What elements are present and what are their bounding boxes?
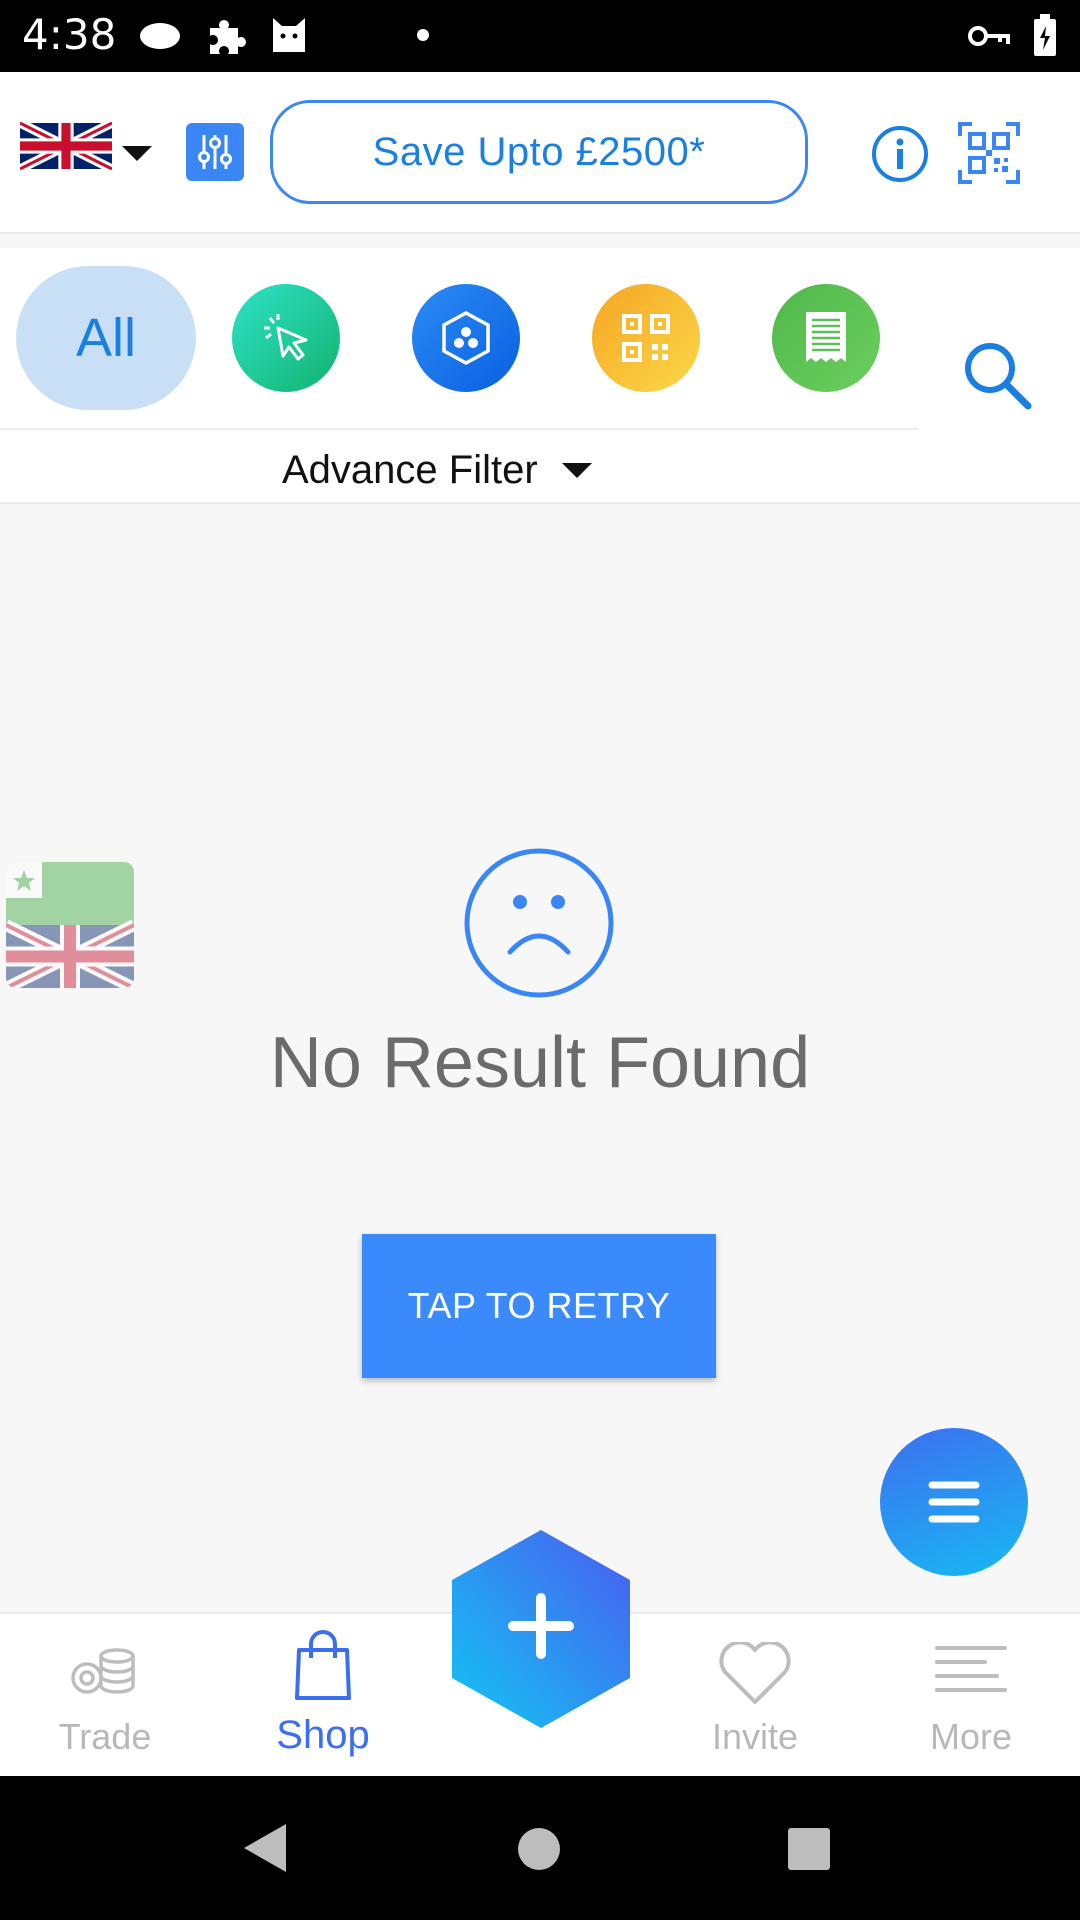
tap-to-retry-button[interactable]: TAP TO RETRY <box>362 1234 716 1378</box>
category-all-chip[interactable]: All <box>16 266 196 410</box>
menu-icon <box>928 1481 980 1523</box>
status-time: 4:38 <box>22 10 117 59</box>
uk-flag-icon[interactable] <box>20 122 112 170</box>
recents-icon[interactable] <box>786 1826 832 1872</box>
nav-trade-label: Trade <box>58 1716 152 1757</box>
esperanto-uk-flag-icon <box>6 862 134 988</box>
cursor-click-icon <box>264 314 308 361</box>
search-icon[interactable] <box>960 338 1036 414</box>
battery-charging-icon <box>1034 14 1056 56</box>
floating-menu-button[interactable] <box>880 1428 1028 1576</box>
home-icon[interactable] <box>516 1826 562 1872</box>
nav-invite[interactable]: Invite <box>660 1614 850 1778</box>
nav-more-label: More <box>929 1716 1013 1757</box>
no-result-message: No Result Found <box>269 1023 811 1103</box>
nav-more[interactable]: More <box>876 1614 1066 1778</box>
category-filter-bar: All Advance Filter <box>0 248 1080 504</box>
nav-trade[interactable]: Trade <box>10 1614 200 1778</box>
receipt-icon <box>806 312 846 362</box>
cat-icon <box>273 18 305 52</box>
add-hexagon-button[interactable] <box>448 1526 634 1732</box>
qr-scan-icon[interactable] <box>958 122 1020 184</box>
coins-icon <box>71 1648 135 1694</box>
status-bar: 4:38 <box>0 0 1080 72</box>
system-navigation-bar <box>0 1776 1080 1920</box>
qr-code-icon <box>622 314 670 362</box>
category-qr-button[interactable] <box>592 284 700 392</box>
save-upto-button[interactable]: Save Upto £2500* <box>270 100 808 204</box>
heart-icon <box>719 1642 791 1704</box>
info-icon[interactable] <box>870 124 930 184</box>
key-icon <box>968 26 1010 46</box>
settings-sliders-button[interactable] <box>186 123 244 181</box>
filter-divider <box>0 428 918 430</box>
shopping-bag-icon <box>295 1630 351 1700</box>
advance-filter-label: Advance Filter <box>282 447 538 492</box>
dropdown-caret-icon <box>561 462 592 478</box>
nav-invite-label: Invite <box>711 1716 799 1757</box>
nav-shop[interactable]: Shop <box>228 1614 418 1778</box>
lines-icon <box>935 1646 1007 1692</box>
category-receipt-button[interactable] <box>772 284 880 392</box>
language-dropdown-caret-icon[interactable] <box>122 146 152 161</box>
category-all-label: All <box>75 308 136 368</box>
notification-dot-icon <box>417 29 429 41</box>
category-click-button[interactable] <box>232 284 340 392</box>
sad-face-icon <box>464 848 614 998</box>
hex-cube-icon <box>442 311 490 365</box>
back-icon[interactable] <box>242 1822 288 1874</box>
advance-filter-toggle[interactable]: Advance Filter <box>282 442 592 498</box>
floating-language-badge[interactable] <box>6 862 134 988</box>
puzzle-icon <box>210 20 246 54</box>
sliders-icon <box>198 135 232 169</box>
save-upto-label: Save Upto £2500* <box>372 129 706 174</box>
category-hex-button[interactable] <box>412 284 520 392</box>
nav-shop-label: Shop <box>276 1713 370 1757</box>
top-bar: Save Upto £2500* <box>0 72 1080 234</box>
cloud-icon <box>140 23 180 49</box>
